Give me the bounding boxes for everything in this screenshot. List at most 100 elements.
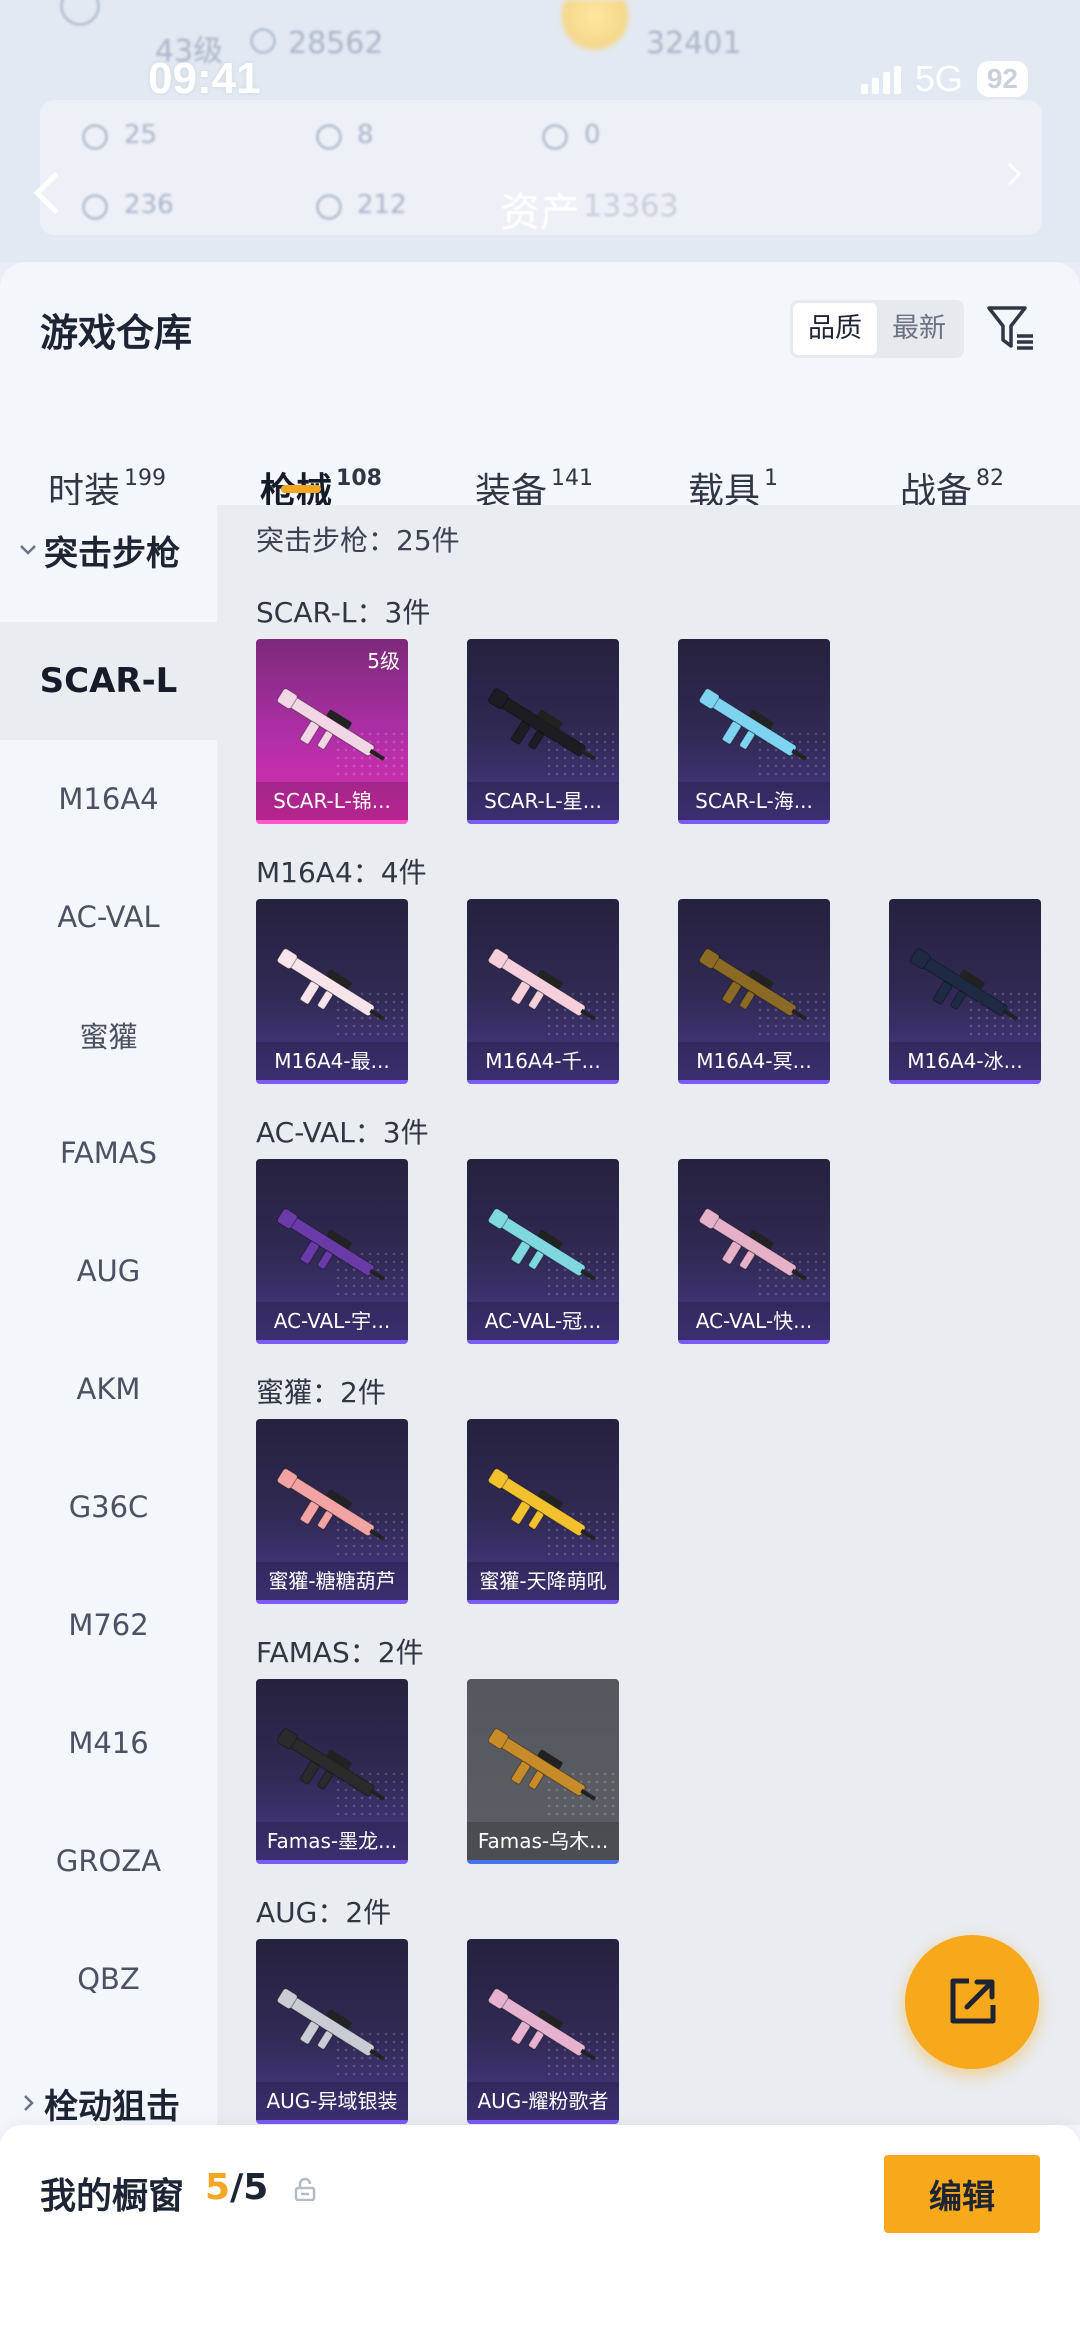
- profile-coins: 28562: [288, 26, 384, 61]
- sidebar-item-m16a4[interactable]: M16A4: [0, 740, 217, 858]
- gun-icon: [487, 688, 597, 761]
- weapon-skin-card[interactable]: AC-VAL-宇...: [256, 1159, 408, 1344]
- coin-icon: [250, 28, 276, 54]
- weapon-skin-card[interactable]: SCAR-L-海...: [678, 639, 830, 824]
- stat-value: 25: [124, 120, 158, 150]
- sort-toggle[interactable]: 品质 最新: [790, 300, 964, 358]
- showcase-count-sep: /: [230, 2167, 244, 2208]
- tab-count: 199: [124, 466, 167, 491]
- battery-level: 92: [976, 61, 1028, 97]
- edit-button[interactable]: 编辑: [884, 2155, 1040, 2233]
- weapon-skin-card[interactable]: Famas-墨龙...: [256, 1679, 408, 1864]
- sidebar-item-m416[interactable]: M416: [0, 1684, 217, 1802]
- sidebar-item-scar-l[interactable]: SCAR-L: [0, 622, 217, 740]
- gun-icon: [276, 1988, 386, 2061]
- showcase-bar: 我的橱窗 5/5 编辑: [0, 2125, 1080, 2347]
- weapon-skin-card[interactable]: M16A4-冰...: [889, 899, 1041, 1084]
- group-title: SCAR-L：3件: [256, 596, 431, 629]
- warehouse-sheet: 游戏仓库 品质 最新 时装199 枪械108 装备141 载具1 战备82 突击: [0, 262, 1080, 2347]
- weapon-skin-level: 5级: [367, 649, 400, 673]
- stat-value: 8: [357, 120, 374, 150]
- showcase-count-current: 5: [205, 2167, 231, 2208]
- group-title: FAMAS：2件: [256, 1636, 424, 1669]
- weapon-skin-card[interactable]: SCAR-L-星...: [467, 639, 619, 824]
- stat-icon: [316, 194, 342, 220]
- share-button[interactable]: [905, 1935, 1039, 2069]
- weapon-skin-name: AUG-耀粉歌者: [467, 2082, 619, 2120]
- category-summary: 突击步枪：25件: [256, 524, 460, 557]
- sort-newest-button[interactable]: 最新: [877, 303, 961, 355]
- gun-icon: [487, 1988, 597, 2061]
- sidebar-item-honey-badger[interactable]: 蜜獾: [0, 976, 217, 1094]
- weapon-skin-name: AC-VAL-冠...: [467, 1302, 619, 1340]
- asset-label: 资产: [500, 190, 580, 236]
- tab-count: 108: [336, 466, 382, 491]
- weapon-skin-card[interactable]: Famas-乌木...: [467, 1679, 619, 1864]
- showcase-count-total: 5: [243, 2167, 269, 2208]
- stat-value: 236: [124, 190, 174, 220]
- weapon-skin-name: M16A4-最...: [256, 1042, 408, 1080]
- signal-icon: [860, 64, 901, 94]
- weapon-skin-card[interactable]: 蜜獾-糖糖葫芦: [256, 1419, 408, 1604]
- active-tab-indicator: [281, 485, 321, 493]
- weapon-skin-card[interactable]: M16A4-最...: [256, 899, 408, 1084]
- weapon-skin-card[interactable]: M16A4-千...: [467, 899, 619, 1084]
- tab-count: 82: [976, 466, 1005, 491]
- showcase-title: 我的橱窗: [40, 2176, 185, 2217]
- gun-icon: [487, 1468, 597, 1541]
- sidebar-item-g36c[interactable]: G36C: [0, 1448, 217, 1566]
- sort-quality-button[interactable]: 品质: [793, 303, 877, 355]
- gun-icon: [276, 1208, 386, 1281]
- sidebar-category-assault-rifles[interactable]: 突击步枪: [0, 505, 217, 595]
- gun-icon: [698, 948, 808, 1021]
- group-title: 蜜獾：2件: [256, 1376, 386, 1409]
- network-type: 5G: [914, 58, 963, 99]
- weapon-skin-card[interactable]: AC-VAL-快...: [678, 1159, 830, 1344]
- weapon-skin-name: SCAR-L-星...: [467, 782, 619, 820]
- group-title: AUG：2件: [256, 1896, 392, 1929]
- sidebar-item-aug[interactable]: AUG: [0, 1212, 217, 1330]
- weapon-skin-card[interactable]: M16A4-冥...: [678, 899, 830, 1084]
- sheet-title: 游戏仓库: [40, 311, 193, 355]
- stat-icon: [316, 124, 342, 150]
- weapon-skin-card[interactable]: 蜜獾-天降萌吼: [467, 1419, 619, 1604]
- sidebar-item-akm[interactable]: AKM: [0, 1330, 217, 1448]
- weapon-skin-name: 蜜獾-糖糖葫芦: [256, 1562, 408, 1600]
- share-icon: [950, 1978, 996, 2024]
- weapon-skin-name: M16A4-冰...: [889, 1042, 1041, 1080]
- weapon-sidebar: 突击步枪 SCAR-L M16A4 AC-VAL 蜜獾 FAMAS AUG AK…: [0, 505, 217, 2347]
- gun-icon: [276, 688, 386, 761]
- sidebar-item-famas[interactable]: FAMAS: [0, 1094, 217, 1212]
- weapon-skin-name: SCAR-L-锦...: [256, 782, 408, 820]
- gun-icon: [909, 948, 1019, 1021]
- weapon-skin-name: AC-VAL-宇...: [256, 1302, 408, 1340]
- stat-icon: [82, 194, 108, 220]
- tab-count: 1: [764, 466, 779, 491]
- sidebar-item-groza[interactable]: GROZA: [0, 1802, 217, 1920]
- weapon-skin-name: AC-VAL-快...: [678, 1302, 830, 1340]
- chevron-down-icon: [20, 545, 36, 555]
- weapon-skin-card[interactable]: AUG-耀粉歌者: [467, 1939, 619, 2124]
- gun-icon: [698, 688, 808, 761]
- group-title: AC-VAL：3件: [256, 1116, 429, 1149]
- weapon-skin-name: SCAR-L-海...: [678, 782, 830, 820]
- asset-value: 13363: [583, 189, 679, 224]
- chevron-right-icon: [24, 2095, 34, 2111]
- weapon-skin-name: AUG-异域银装: [256, 2082, 408, 2120]
- status-icons: 5G 92: [860, 58, 1028, 100]
- sidebar-item-m762[interactable]: M762: [0, 1566, 217, 1684]
- showcase-count: 5/5: [205, 2167, 268, 2208]
- stat-icon: [542, 124, 568, 150]
- profile-header-background: 43级 28562 32401 25 8 0 236 212 资产 13363 …: [0, 0, 1080, 262]
- status-time: 09:41: [148, 54, 261, 103]
- weapon-skin-card[interactable]: AC-VAL-冠...: [467, 1159, 619, 1344]
- tab-count: 141: [551, 466, 594, 491]
- weapon-skin-name: M16A4-冥...: [678, 1042, 830, 1080]
- sidebar-item-qbz[interactable]: QBZ: [0, 1920, 217, 2038]
- filter-icon[interactable]: [985, 302, 1037, 354]
- group-title: M16A4：4件: [256, 856, 427, 889]
- sidebar-item-ac-val[interactable]: AC-VAL: [0, 858, 217, 976]
- weapon-skin-card[interactable]: SCAR-L-锦... 5级: [256, 639, 408, 824]
- weapon-skin-card[interactable]: AUG-异域银装: [256, 1939, 408, 2124]
- gun-icon: [698, 1208, 808, 1281]
